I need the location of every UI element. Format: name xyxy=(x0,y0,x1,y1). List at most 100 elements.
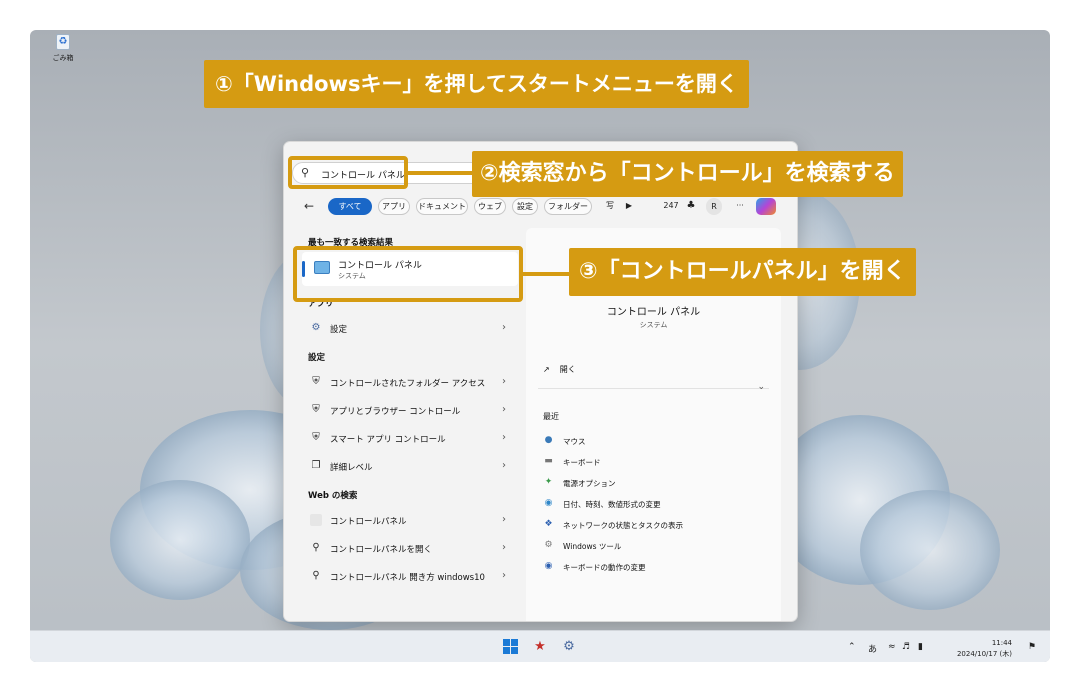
network-icon: ❖ xyxy=(544,519,553,529)
result-label: アプリとブラウザー コントロール xyxy=(330,407,461,417)
filter-folders[interactable]: フォルダー xyxy=(544,198,592,215)
open-external-icon: ↗ xyxy=(543,365,550,374)
shield-icon: ⛨ xyxy=(312,404,320,415)
settings-heading: 設定 xyxy=(308,353,326,363)
rewards-icon[interactable]: ♣ xyxy=(684,198,698,215)
result-web-how-to-open[interactable]: ⚲ コントロールパネル 開き方 windows10 › xyxy=(302,564,512,588)
step3-callout: ③「コントロールパネル」を開く xyxy=(569,248,916,296)
clock-date[interactable]: 2024/10/17 (木) xyxy=(957,649,1012,659)
recycle-bin[interactable]: ♻ ごみ箱 xyxy=(48,32,78,63)
recent-label: Windows ツール xyxy=(563,542,622,551)
filter-apps[interactable]: アプリ xyxy=(378,198,410,215)
filter-more-arrow[interactable]: ▶ xyxy=(622,198,636,215)
chevron-right-icon[interactable]: › xyxy=(502,376,506,387)
windows-logo-icon xyxy=(503,639,510,646)
recycle-bin-icon: ♻ xyxy=(56,34,70,50)
step3-connector xyxy=(523,272,569,276)
open-action[interactable]: ↗ 開く xyxy=(543,364,576,375)
chevron-right-icon[interactable]: › xyxy=(502,404,506,415)
result-label: コントロールパネル xyxy=(330,517,407,527)
result-label: コントロールされたフォルダー アクセス xyxy=(330,379,486,389)
result-label: 詳細レベル xyxy=(330,463,373,473)
filter-settings[interactable]: 設定 xyxy=(512,198,538,215)
recent-heading: 最近 xyxy=(543,412,559,421)
recent-label: マウス xyxy=(563,437,586,446)
filter-bar: ← すべて アプリ ドキュメント ウェブ 設定 フォルダー 写 ▶ 247 ♣ … xyxy=(304,196,784,218)
windows-logo-quad xyxy=(511,639,518,646)
result-web-open-control-panel[interactable]: ⚲ コントロールパネルを開く › xyxy=(302,536,512,560)
chevron-right-icon[interactable]: › xyxy=(502,542,506,553)
chevron-right-icon[interactable]: › xyxy=(502,514,506,525)
rewards-points: 247 xyxy=(663,201,679,210)
windows-logo-quad xyxy=(503,647,510,654)
result-app-browser-control[interactable]: ⛨ アプリとブラウザー コントロール › xyxy=(302,398,512,422)
tools-icon: ⚙ xyxy=(544,540,553,550)
gear-icon: ⚙ xyxy=(311,322,321,333)
taskbar-app-icon[interactable]: ★ xyxy=(531,638,549,656)
result-web-control-panel[interactable]: コントロールパネル › xyxy=(302,508,512,532)
filter-photos[interactable]: 写 xyxy=(598,198,622,215)
recent-label: キーボード xyxy=(563,458,601,467)
chevron-right-icon[interactable]: › xyxy=(502,460,506,471)
chevron-right-icon[interactable]: › xyxy=(502,570,506,581)
mouse-icon: ● xyxy=(544,435,553,445)
result-controlled-folder-access[interactable]: ⛨ コントロールされたフォルダー アクセス › xyxy=(302,370,512,394)
result-settings-app[interactable]: ⚙ 設定 › xyxy=(302,316,512,340)
battery-icon[interactable]: ▮ xyxy=(918,642,923,652)
preview-title: コントロール パネル xyxy=(606,307,701,318)
wifi-icon[interactable]: ≈ xyxy=(888,642,896,652)
control-panel-highlight xyxy=(293,246,523,302)
recent-label: キーボードの動作の変更 xyxy=(563,563,646,572)
desktop-frame: ♻ ごみ箱 ⚲ コントロール パネル ← すべて アプリ ドキュメント ウェブ … xyxy=(30,30,1050,662)
chevron-up-icon[interactable]: ⌃ xyxy=(848,642,856,652)
web-thumbnail-icon xyxy=(310,514,322,526)
step2-callout: ②検索窓から「コントロール」を検索する xyxy=(472,151,903,197)
keyboard-icon: ▬ xyxy=(544,456,553,466)
shield-icon: ⛨ xyxy=(312,432,320,443)
step2-connector xyxy=(408,171,472,175)
preview-subtitle: システム xyxy=(639,321,668,329)
recent-label: ネットワークの状態とタスクの表示 xyxy=(563,521,683,530)
window-icon: ❐ xyxy=(311,460,321,471)
globe-icon: ◉ xyxy=(544,498,553,508)
shield-icon: ⛨ xyxy=(312,376,320,387)
search-highlight xyxy=(288,156,408,189)
search-icon: ⚲ xyxy=(312,542,320,553)
recent-label: 電源オプション xyxy=(563,479,616,488)
result-label: 設定 xyxy=(330,325,348,335)
account-avatar[interactable]: R xyxy=(706,198,722,215)
recycle-bin-label: ごみ箱 xyxy=(52,54,74,62)
result-smart-app-control[interactable]: ⛨ スマート アプリ コントロール › xyxy=(302,426,512,450)
power-plant-icon: ✦ xyxy=(544,477,553,487)
filter-all[interactable]: すべて xyxy=(328,198,372,215)
volume-icon[interactable]: ♬ xyxy=(902,642,910,652)
step1-callout: ①「Windowsキー」を押してスタートメニューを開く xyxy=(204,60,749,108)
result-label: コントロールパネル 開き方 windows10 xyxy=(330,573,485,583)
chevron-down-icon[interactable]: ⌄ xyxy=(757,382,765,392)
result-label: コントロールパネルを開く xyxy=(330,545,433,555)
taskbar: ★ ⚙ ⌃ あ ≈ ♬ ▮ 11:44 2024/10/17 (木) ⚑ xyxy=(30,630,1050,662)
keyboard-settings-icon: ◉ xyxy=(544,561,553,571)
filter-web[interactable]: ウェブ xyxy=(474,198,506,215)
windows-logo-quad xyxy=(511,647,518,654)
start-menu: ⚲ コントロール パネル ← すべて アプリ ドキュメント ウェブ 設定 フォル… xyxy=(283,141,798,622)
filter-documents[interactable]: ドキュメント xyxy=(416,198,468,215)
back-arrow-icon[interactable]: ← xyxy=(304,199,314,213)
more-options-button[interactable]: ··· xyxy=(732,198,748,215)
copilot-icon[interactable] xyxy=(756,198,776,215)
chevron-right-icon[interactable]: › xyxy=(502,322,506,333)
notification-bell-icon[interactable]: ⚑ xyxy=(1028,642,1036,652)
clock-time[interactable]: 11:44 xyxy=(992,639,1012,647)
result-detail-level[interactable]: ❐ 詳細レベル › xyxy=(302,454,512,478)
taskbar-settings-gear-icon[interactable]: ⚙ xyxy=(560,638,578,656)
web-search-heading: Web の検索 xyxy=(308,491,358,501)
start-button[interactable] xyxy=(502,638,520,656)
search-icon: ⚲ xyxy=(312,570,320,581)
chevron-right-icon[interactable]: › xyxy=(502,432,506,443)
divider xyxy=(538,388,769,389)
open-label: 開く xyxy=(559,365,576,374)
recent-label: 日付、時刻、数値形式の変更 xyxy=(563,500,661,509)
ime-indicator[interactable]: あ xyxy=(868,642,877,655)
result-label: スマート アプリ コントロール xyxy=(330,435,446,445)
system-tray: ⌃ あ ≈ ♬ ▮ 11:44 2024/10/17 (木) ⚑ xyxy=(838,638,1038,658)
